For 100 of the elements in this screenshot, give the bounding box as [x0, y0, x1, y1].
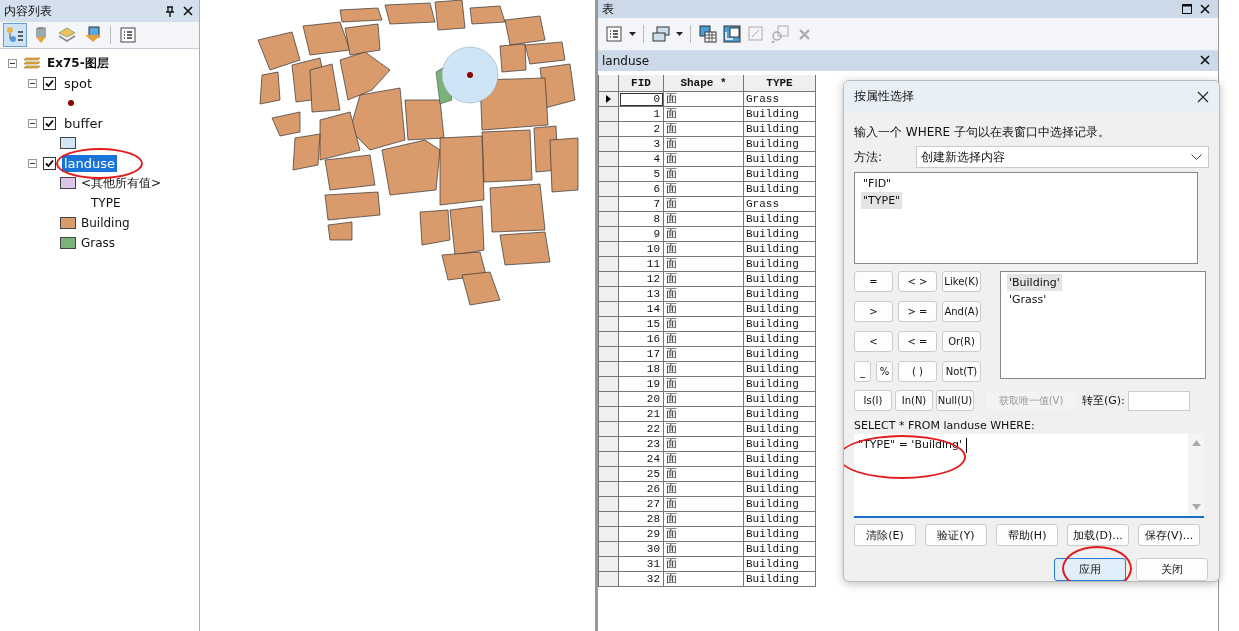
table-cell: Building	[744, 167, 816, 182]
table-cell: 9	[619, 227, 664, 242]
pin-icon[interactable]	[165, 5, 175, 17]
table-options-icon[interactable]	[604, 24, 624, 44]
table-cell: 面	[664, 92, 744, 107]
table-cell: Building	[744, 542, 816, 557]
operator-button[interactable]: Null(U)	[936, 390, 974, 411]
layer-checkbox[interactable]	[43, 116, 56, 130]
table-select-icon[interactable]	[698, 24, 718, 44]
table-cell: 面	[664, 392, 744, 407]
column-header[interactable]: FID	[619, 75, 664, 92]
operator-button[interactable]: In(N)	[895, 390, 933, 411]
field-item[interactable]: "FID"	[861, 175, 894, 192]
goto-field[interactable]	[1127, 390, 1190, 411]
dialog-button[interactable]: 关闭	[1136, 558, 1208, 581]
table-cell: 18	[619, 362, 664, 377]
operator-button[interactable]: <	[854, 331, 893, 352]
table-cell: 面	[664, 452, 744, 467]
dialog-button[interactable]: 加载(D)...	[1067, 524, 1129, 546]
layer-checkbox[interactable]	[43, 76, 56, 90]
layer-name[interactable]: buffer	[62, 114, 105, 132]
operator-button[interactable]: =	[854, 271, 893, 292]
table-cell: 1	[619, 107, 664, 122]
dropdown-caret-icon[interactable]	[628, 32, 636, 36]
table-cell: 24	[619, 452, 664, 467]
row-selector[interactable]	[599, 92, 619, 107]
table-cell: 面	[664, 482, 744, 497]
collapse-icon[interactable]	[28, 158, 37, 168]
table-cell: 面	[664, 497, 744, 512]
table-cell: Building	[744, 137, 816, 152]
dialog-button[interactable]: 应用	[1054, 558, 1126, 581]
dialog-button[interactable]: 清除(E)	[854, 524, 916, 546]
scrollbar[interactable]	[1188, 434, 1204, 516]
table-tab[interactable]: landuse	[598, 51, 1218, 71]
legend-heading: TYPE	[91, 196, 121, 210]
dialog-button[interactable]: 保存(V)...	[1138, 524, 1200, 546]
collapse-icon[interactable]	[28, 118, 37, 128]
collapse-icon[interactable]	[8, 58, 17, 68]
value-list[interactable]: 'Building' 'Grass'	[1000, 271, 1206, 379]
dropdown-caret-icon[interactable]	[675, 32, 683, 36]
dialog-button[interactable]: 帮助(H)	[996, 524, 1058, 546]
field-item[interactable]: "TYPE"	[861, 192, 903, 209]
table-cell: Building	[744, 227, 816, 242]
method-label: 方法:	[854, 148, 884, 166]
table-cell: 19	[619, 377, 664, 392]
table-cell: 23	[619, 437, 664, 452]
operator-button[interactable]: _	[854, 361, 871, 382]
scroll-up-icon[interactable]	[1191, 440, 1201, 446]
close-icon[interactable]	[183, 6, 193, 16]
close-icon[interactable]	[1197, 90, 1209, 103]
switch-selection-icon[interactable]	[722, 24, 742, 44]
table-cell: Building	[744, 287, 816, 302]
table-cell: 面	[664, 107, 744, 122]
layer-name[interactable]: spot	[62, 74, 95, 92]
tab-label[interactable]: landuse	[602, 54, 650, 68]
value-item[interactable]: 'Building'	[1007, 274, 1062, 291]
table-cell: 面	[664, 272, 744, 287]
table-cell: Building	[744, 182, 816, 197]
operator-button[interactable]: < >	[898, 271, 937, 292]
value-item[interactable]: 'Grass'	[1007, 291, 1049, 308]
close-icon[interactable]	[1200, 4, 1210, 14]
maximize-icon[interactable]	[1182, 4, 1192, 14]
table-cell: 13	[619, 287, 664, 302]
layer-name[interactable]: landuse	[62, 154, 118, 172]
table-cell: 31	[619, 557, 664, 572]
table-cell: Building	[744, 242, 816, 257]
table-cell: Building	[744, 362, 816, 377]
collapse-icon[interactable]	[28, 78, 37, 88]
table-cell: 面	[664, 572, 744, 587]
table-cell: 面	[664, 182, 744, 197]
table-cell: 4	[619, 152, 664, 167]
column-header[interactable]: TYPE	[744, 75, 816, 92]
map-frame-name[interactable]: Ex75-图层	[47, 54, 109, 72]
legend-label: Building	[81, 216, 130, 230]
operator-button[interactable]: ( )	[898, 361, 937, 382]
field-list[interactable]: "FID" "TYPE"	[854, 172, 1198, 264]
dialog-button[interactable]: 验证(Y)	[925, 524, 987, 546]
table-cell: 面	[664, 257, 744, 272]
operator-button[interactable]: >	[854, 301, 893, 322]
operator-button[interactable]: Is(I)	[854, 390, 892, 411]
operator-button[interactable]: Or(R)	[942, 331, 981, 352]
operator-button[interactable]: Like(K)	[942, 271, 981, 292]
table-cell: 27	[619, 497, 664, 512]
scroll-down-icon[interactable]	[1191, 504, 1201, 510]
table-cell: Building	[744, 107, 816, 122]
table-cell: Building	[744, 317, 816, 332]
operator-button[interactable]: > =	[898, 301, 937, 322]
table-cell: 28	[619, 512, 664, 527]
operator-button[interactable]: Not(T)	[942, 361, 981, 382]
operator-button[interactable]: And(A)	[942, 301, 981, 322]
layer-checkbox[interactable]	[43, 156, 56, 170]
table-cell: 面	[664, 422, 744, 437]
list-by-drawing-order-icon[interactable]	[3, 23, 27, 47]
related-tables-icon[interactable]	[651, 24, 671, 44]
operator-button[interactable]: %	[876, 361, 893, 382]
operator-button[interactable]: < =	[898, 331, 937, 352]
close-icon[interactable]	[1200, 55, 1210, 65]
column-header[interactable]: Shape *	[664, 75, 744, 92]
method-dropdown[interactable]: 创建新选择内容	[916, 146, 1209, 168]
panel-title: 内容列表	[4, 2, 52, 20]
